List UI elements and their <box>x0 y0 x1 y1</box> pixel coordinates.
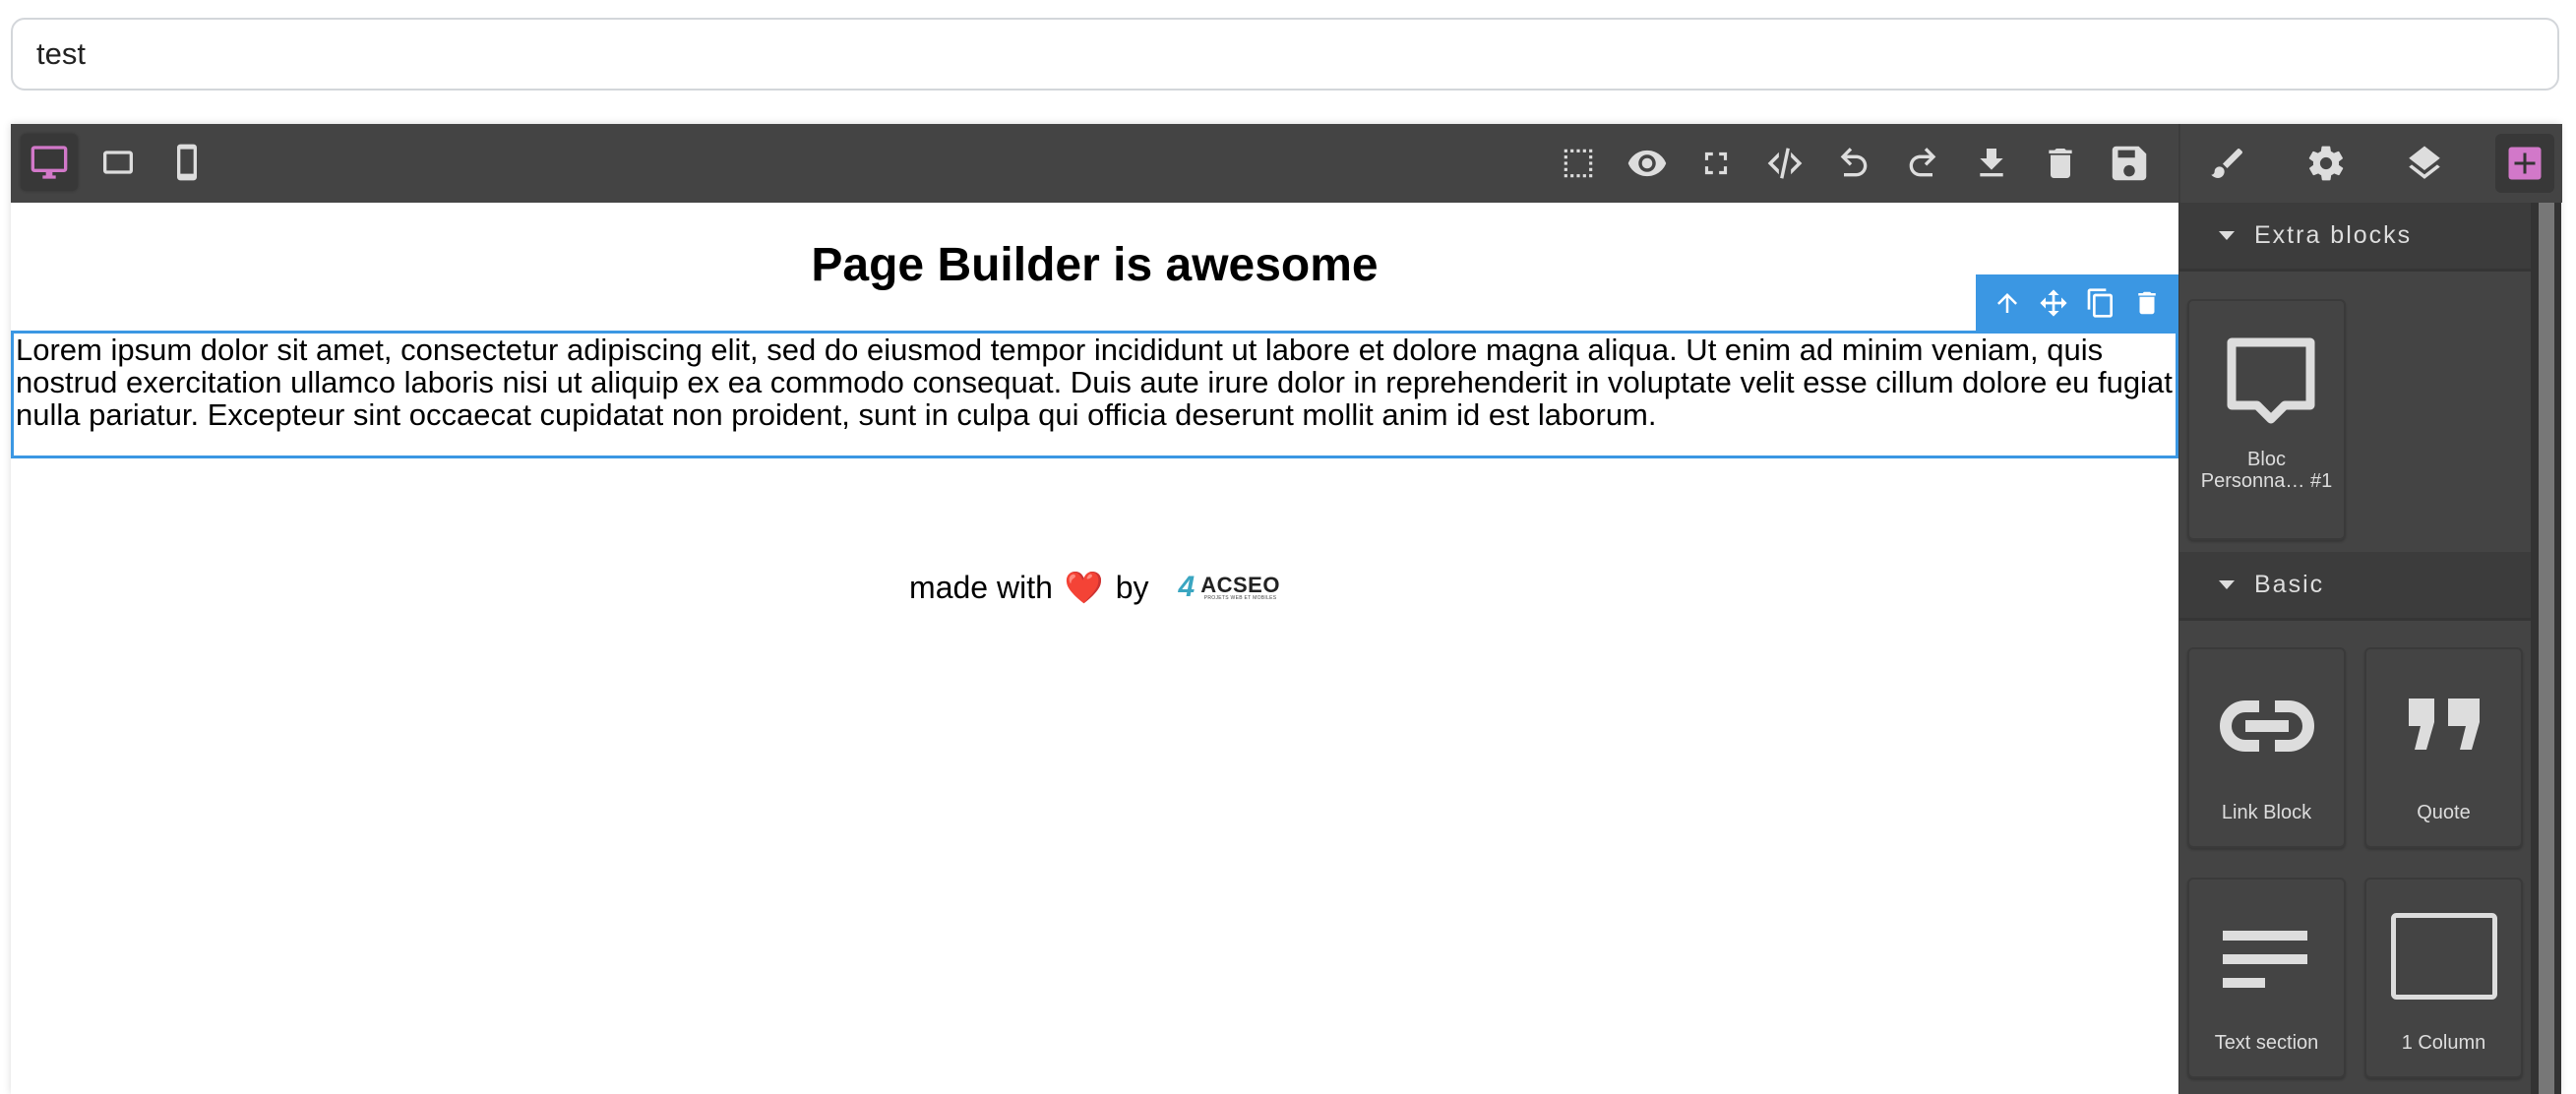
block-label: Bloc Personna… #1 <box>2200 449 2333 492</box>
style-manager-button[interactable] <box>2200 136 2255 191</box>
mobile-icon <box>177 144 197 181</box>
block-quote[interactable]: Quote <box>2364 647 2523 848</box>
clone-icon <box>2087 287 2113 318</box>
save-icon <box>2112 146 2147 181</box>
delete-button[interactable] <box>2127 283 2167 323</box>
redo-button[interactable] <box>1895 136 1950 191</box>
block-label: Link Block <box>2221 802 2312 823</box>
undo-button[interactable] <box>1826 136 1881 191</box>
category-label: Extra blocks <box>2254 221 2413 249</box>
desktop-icon <box>31 146 68 179</box>
fullscreen-icon <box>1704 152 1728 175</box>
logo-tagline: PROJETS WEB ET MOBILES <box>1203 594 1277 601</box>
logo-mark: 4 <box>1178 571 1196 603</box>
clear-canvas-icon <box>2049 149 2072 178</box>
page-heading[interactable]: Page Builder is awesome <box>11 238 2178 292</box>
page-builder-editor: Page Builder is awesome Lorem ipsum dolo… <box>11 124 2562 1094</box>
selection-toolbar <box>1976 274 2178 331</box>
canvas-frame: Page Builder is awesome Lorem ipsum dolo… <box>11 203 2178 1094</box>
text-section-icon <box>2222 931 2307 988</box>
logo-name: ACSEO <box>1200 572 1280 597</box>
heart-icon: ❤️ <box>1064 570 1104 605</box>
select-parent-icon <box>1996 292 2017 313</box>
block-bloc-personnalise[interactable]: Bloc Personna… #1 <box>2187 299 2346 540</box>
device-tablet-button[interactable] <box>90 134 147 191</box>
open-blocks-icon <box>2508 147 2542 180</box>
layer-manager-button[interactable] <box>2397 136 2452 191</box>
block-1-column[interactable]: 1 Column <box>2364 878 2523 1078</box>
blocks-panel: Extra blocks Bloc Personna… #1 Basic Lin… <box>2178 203 2561 1094</box>
footer-suffix: by <box>1115 569 1149 605</box>
footer-prefix: made with <box>909 569 1053 605</box>
download-icon <box>1980 149 2003 177</box>
device-mobile-button[interactable] <box>158 134 215 191</box>
export-code-icon <box>1767 148 1803 179</box>
open-blocks-button[interactable] <box>2495 134 2554 193</box>
scrollbar-thumb[interactable] <box>2539 203 2554 1094</box>
move-icon <box>2040 288 2067 317</box>
quote-icon <box>2408 699 2480 750</box>
layer-manager-icon <box>2409 146 2440 179</box>
preview-button[interactable] <box>1620 136 1675 191</box>
settings-button[interactable] <box>2299 136 2354 191</box>
selected-text-block[interactable]: Lorem ipsum dolor sit amet, consectetur … <box>11 331 2178 458</box>
clone-button[interactable] <box>2081 283 2120 323</box>
move-button[interactable] <box>2034 283 2073 323</box>
caret-down-icon <box>2219 580 2235 589</box>
select-parent-button[interactable] <box>1988 283 2027 323</box>
block-label: Quote <box>2417 802 2471 823</box>
acseo-logo: 4 ACSEO PROJETS WEB ET MOBILES <box>1179 571 1280 604</box>
sw-visibility-icon <box>1564 149 1593 178</box>
settings-icon <box>2308 146 2344 181</box>
footer: made with ❤️ by 4 ACSEO PROJETS WEB ET M… <box>11 569 2178 606</box>
device-desktop-button[interactable] <box>21 134 78 191</box>
sw-visibility-button[interactable] <box>1551 136 1606 191</box>
clear-canvas-button[interactable] <box>2033 136 2088 191</box>
link-icon <box>2219 700 2314 752</box>
block-label: 1 Column <box>2401 1032 2486 1054</box>
panel-scrollbar[interactable] <box>2531 203 2561 1094</box>
speech-bubble-icon <box>2227 337 2314 424</box>
category-label: Basic <box>2254 571 2325 598</box>
download-button[interactable] <box>1964 136 2019 191</box>
delete-icon <box>2138 291 2156 314</box>
save-button[interactable] <box>2102 136 2157 191</box>
style-manager-icon <box>2211 149 2242 178</box>
views-toolbar <box>2178 124 2562 203</box>
tablet-icon <box>103 151 133 174</box>
category-extra-blocks[interactable]: Extra blocks <box>2179 203 2531 272</box>
block-text-section[interactable]: Text section <box>2187 878 2346 1078</box>
block-link[interactable]: Link Block <box>2187 647 2346 848</box>
caret-down-icon <box>2219 231 2235 240</box>
export-code-button[interactable] <box>1757 136 1812 191</box>
fullscreen-button[interactable] <box>1688 136 1744 191</box>
block-label: Text section <box>2214 1032 2319 1054</box>
redo-icon <box>1909 148 1936 177</box>
column-icon <box>2390 913 2497 1000</box>
category-basic[interactable]: Basic <box>2179 552 2531 621</box>
preview-icon <box>1627 150 1667 177</box>
title-input[interactable] <box>11 18 2559 91</box>
undo-icon <box>1840 148 1868 177</box>
